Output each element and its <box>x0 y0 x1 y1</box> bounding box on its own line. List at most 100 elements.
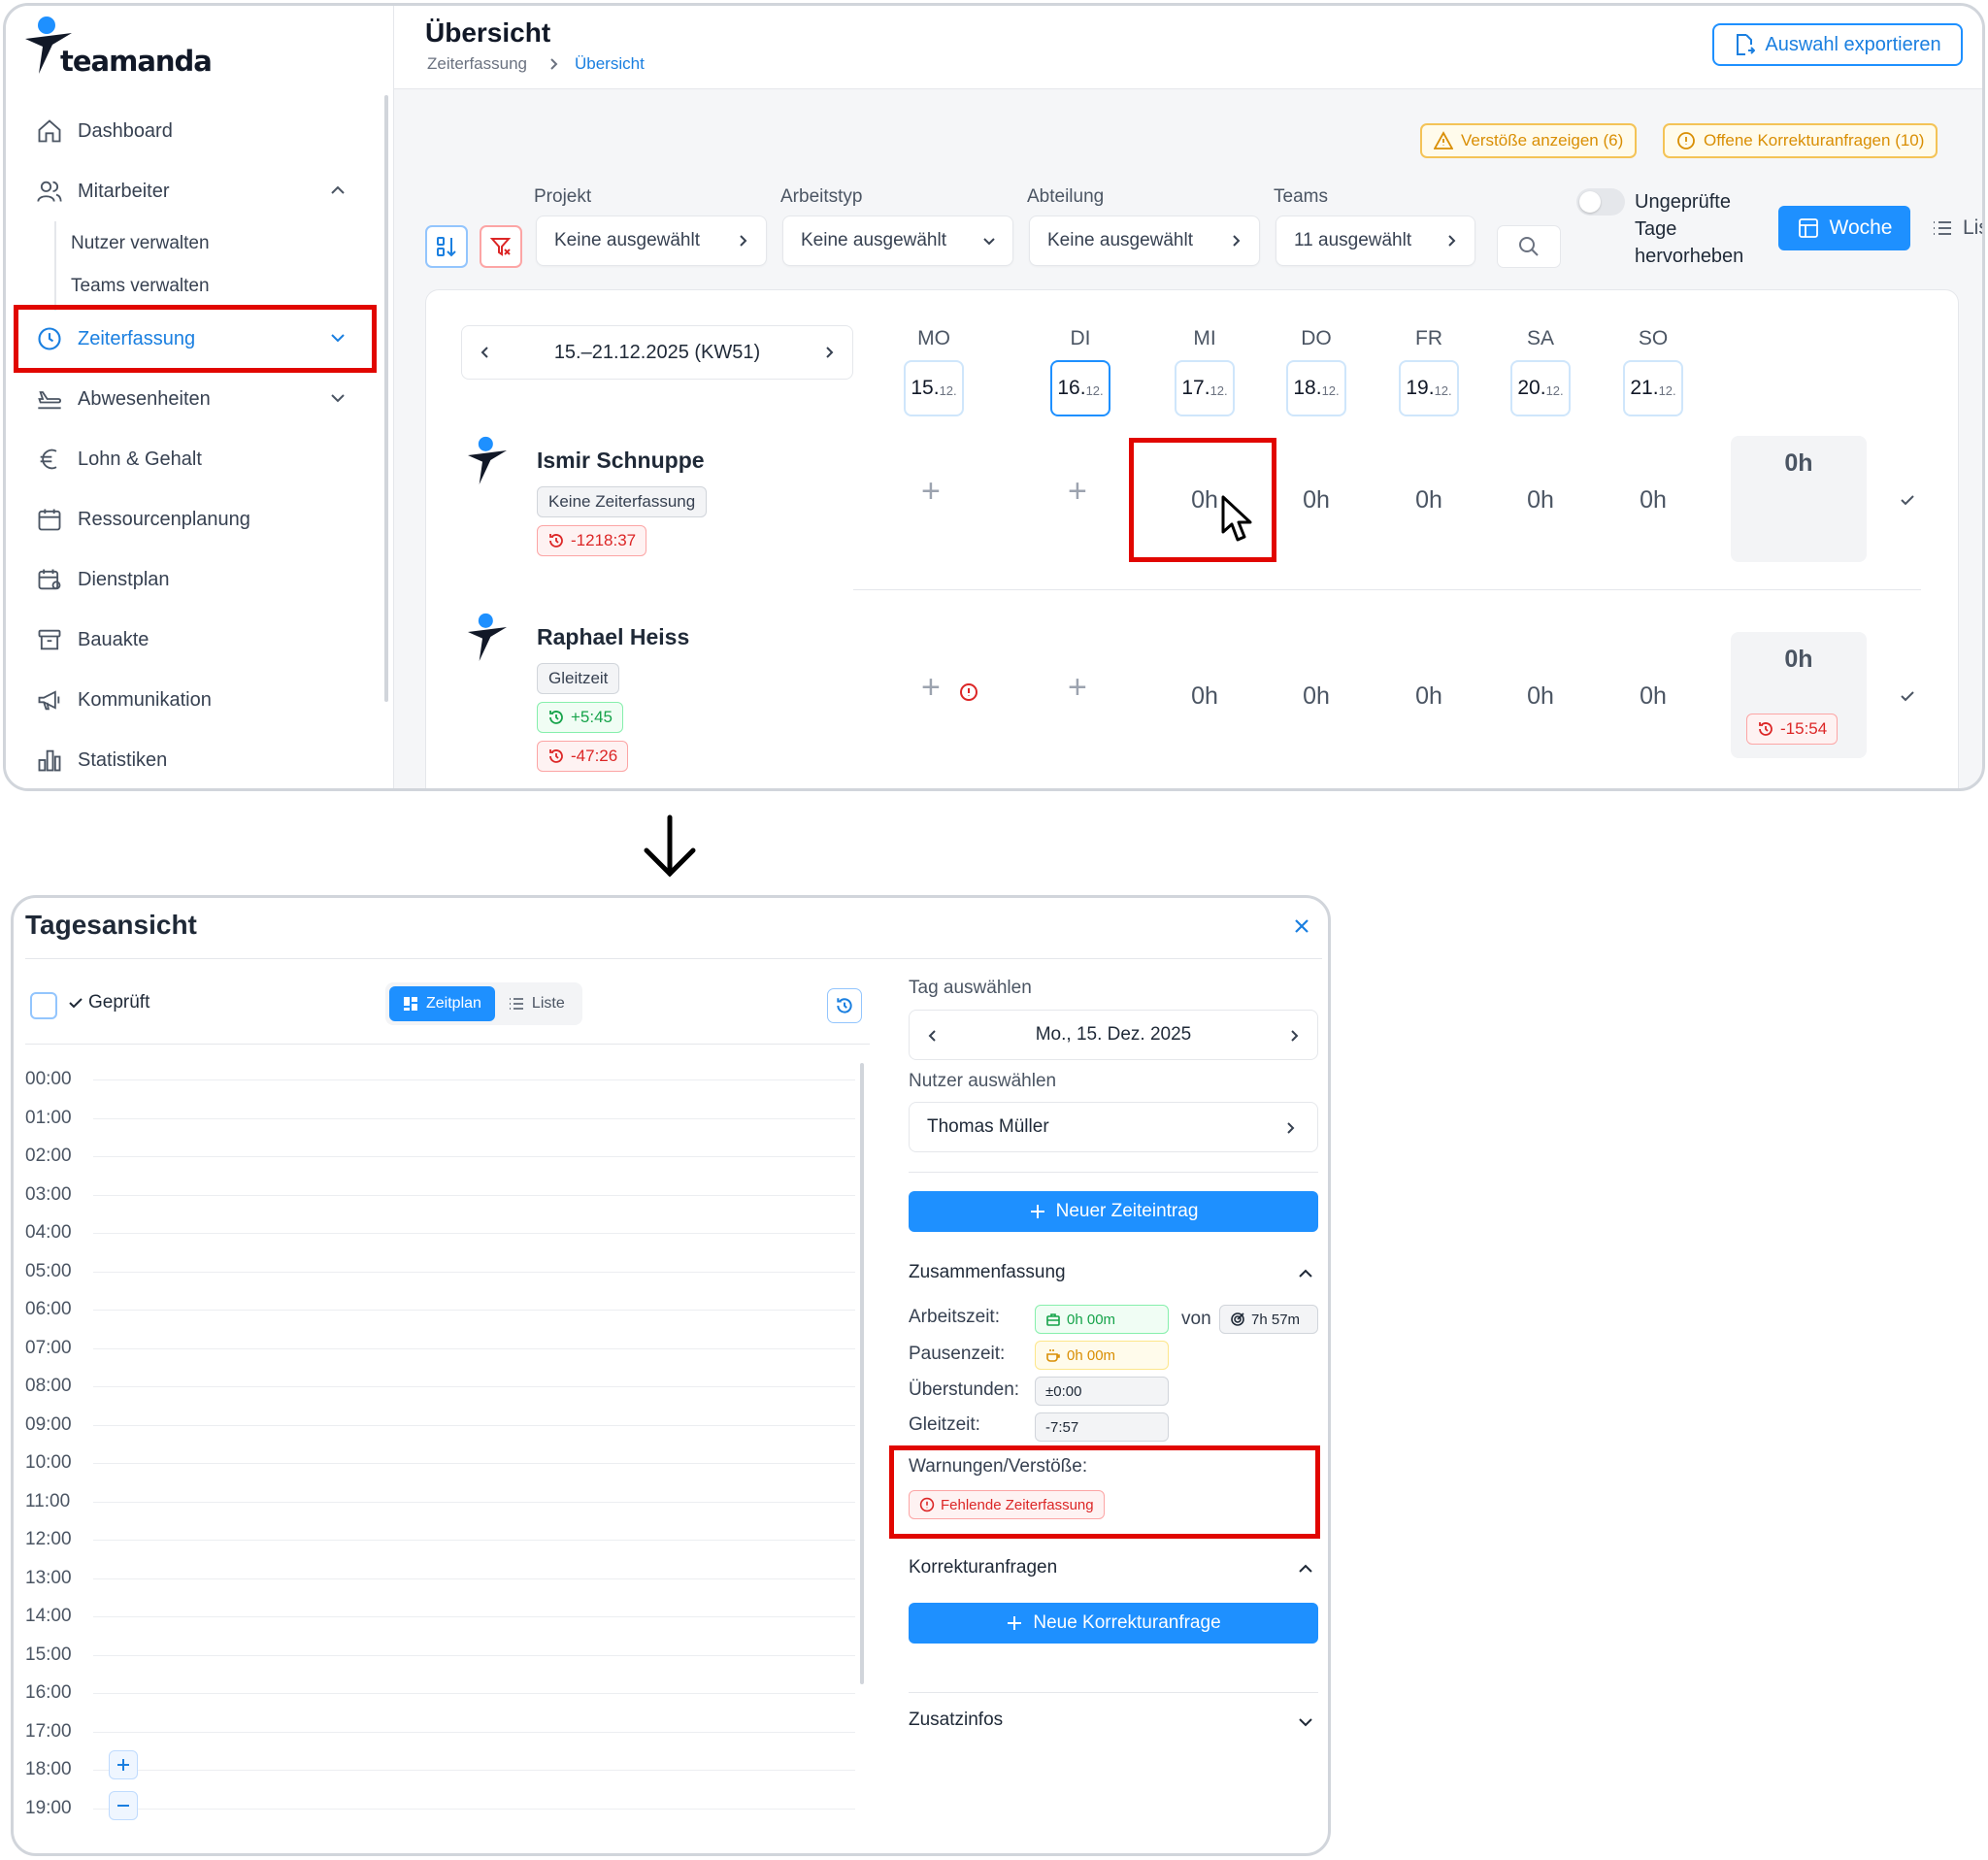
new-correction-button[interactable]: Neue Korrekturanfrage <box>909 1603 1318 1644</box>
teams-select[interactable]: 11 ausgewählt <box>1276 216 1475 266</box>
week-total-value: 0h <box>1784 646 1813 673</box>
hour-gridline <box>93 1732 855 1733</box>
add-entry-di[interactable]: + <box>1068 669 1087 707</box>
sidebar-item-lohn[interactable]: Lohn & Gehalt <box>35 437 365 482</box>
sidebar-scrollbar[interactable] <box>384 95 388 702</box>
arbeitstyp-select[interactable]: Keine ausgewählt <box>782 216 1013 266</box>
day-date: 21. 12. <box>1623 360 1683 416</box>
breadcrumb-uebersicht[interactable]: Übersicht <box>575 54 645 74</box>
day-number: 20. <box>1517 377 1546 399</box>
sidebar-item-mitarbeiter[interactable]: Mitarbeiter <box>35 169 365 214</box>
check-icon[interactable] <box>1898 686 1917 706</box>
employee-name[interactable]: Raphael Heiss <box>537 624 689 650</box>
day-cell-sa[interactable]: 0h <box>1497 486 1584 515</box>
teams-value: 11 ausgewählt <box>1294 230 1412 250</box>
checked-checkbox[interactable] <box>30 992 57 1019</box>
prev-week-button[interactable] <box>478 345 493 360</box>
zoom-in-button[interactable] <box>109 1750 138 1779</box>
sidebar-item-dashboard[interactable]: Dashboard <box>35 109 365 153</box>
day-cell-sa[interactable]: 0h <box>1497 682 1584 711</box>
clear-filter-button[interactable] <box>480 225 522 268</box>
projekt-value: Keine ausgewählt <box>554 230 700 250</box>
day-cell-fr[interactable]: 0h <box>1385 486 1473 515</box>
next-week-button[interactable] <box>821 345 837 360</box>
day-column-mo[interactable]: MO 15. 12. <box>904 327 964 416</box>
chevron-up-icon[interactable] <box>1297 1560 1314 1578</box>
sidebar-item-dienstplan[interactable]: Dienstplan <box>35 557 365 602</box>
hour-gridline <box>93 1693 855 1694</box>
chevron-down-icon[interactable] <box>1297 1713 1314 1731</box>
view-list-button[interactable]: Liste <box>495 986 579 1021</box>
unchecked-days-toggle[interactable] <box>1576 188 1625 216</box>
export-button[interactable]: Auswahl exportieren <box>1712 23 1963 66</box>
day-column-so[interactable]: SO 21. 12. <box>1623 327 1683 416</box>
day-cell-do[interactable]: 0h <box>1273 486 1360 515</box>
history-button[interactable] <box>827 988 862 1023</box>
user-select[interactable]: Thomas Müller <box>909 1102 1318 1152</box>
day-column-sa[interactable]: SA 20. 12. <box>1510 327 1571 416</box>
sidebar-item-statistiken[interactable]: Statistiken <box>35 738 365 782</box>
employee-name[interactable]: Ismir Schnuppe <box>537 448 705 474</box>
panel-divider <box>909 1172 1318 1173</box>
view-week-button[interactable]: Woche <box>1778 206 1910 250</box>
time-label: 00:00 <box>25 1069 72 1089</box>
hour-gridline <box>93 1655 855 1656</box>
sidebar-item-kommunikation[interactable]: Kommunikation <box>35 678 365 722</box>
check-icon[interactable] <box>1898 490 1917 510</box>
sort-button[interactable] <box>425 225 468 268</box>
view-list-button[interactable]: Lis <box>1916 206 1982 250</box>
day-cell-do[interactable]: 0h <box>1273 682 1360 711</box>
balance-value: +5:45 <box>571 708 613 726</box>
breadcrumb-zeiterfassung[interactable]: Zeiterfassung <box>427 54 527 74</box>
day-cell-so[interactable]: 0h <box>1609 682 1697 711</box>
briefcase-icon <box>1046 1313 1060 1326</box>
day-date: 20. 12. <box>1510 360 1571 416</box>
time-label: 10:00 <box>25 1452 72 1473</box>
timeline-scrollbar[interactable] <box>860 1063 864 1684</box>
add-entry-mo[interactable]: + <box>921 473 941 511</box>
check-icon <box>69 998 83 1009</box>
file-export-icon <box>1737 34 1756 55</box>
day-column-di[interactable]: DI 16. 12. <box>1050 327 1110 416</box>
next-day-button[interactable] <box>1286 1028 1302 1044</box>
corrections-button[interactable]: Offene Korrekturanfragen (10) <box>1663 123 1938 158</box>
day-column-fr[interactable]: FR 19. 12. <box>1399 327 1459 416</box>
day-column-do[interactable]: DO 18. 12. <box>1286 327 1346 416</box>
sidebar-item-bauakte[interactable]: Bauakte <box>35 617 365 662</box>
projekt-select[interactable]: Keine ausgewählt <box>536 216 767 266</box>
minus-icon <box>117 1805 129 1807</box>
time-label: 09:00 <box>25 1414 72 1435</box>
brand-name: teamanda <box>60 45 213 78</box>
search-button[interactable] <box>1497 225 1561 268</box>
alert-circle-icon[interactable] <box>959 682 978 702</box>
time-label: 19:00 <box>25 1798 72 1818</box>
pausenzeit-text: 0h 00m <box>1067 1346 1116 1364</box>
day-cell-fr[interactable]: 0h <box>1385 682 1473 711</box>
zoom-out-button[interactable] <box>109 1791 138 1820</box>
sidebar-item-abwesenheiten[interactable]: Abwesenheiten <box>35 377 365 421</box>
day-cell-mi[interactable]: 0h <box>1161 682 1248 711</box>
add-entry-mo[interactable]: + <box>921 669 941 707</box>
chevron-up-icon[interactable] <box>1297 1265 1314 1282</box>
sidebar-subitem-teams[interactable]: Teams verwalten <box>71 276 210 297</box>
corrections-title: Korrekturanfragen <box>909 1557 1058 1578</box>
sidebar-subitem-nutzer[interactable]: Nutzer verwalten <box>71 233 210 254</box>
abteilung-select[interactable]: Keine ausgewählt <box>1029 216 1260 266</box>
day-month: 12. <box>1085 382 1104 398</box>
violations-button[interactable]: Verstöße anzeigen (6) <box>1420 123 1638 158</box>
sidebar-item-ressourcenplanung[interactable]: Ressourcenplanung <box>35 497 365 542</box>
day-column-mi[interactable]: MI 17. 12. <box>1175 327 1235 416</box>
new-time-entry-button[interactable]: Neuer Zeiteintrag <box>909 1191 1318 1232</box>
view-schedule-button[interactable]: Zeitplan <box>389 986 495 1021</box>
select-day-label: Tag auswählen <box>909 978 1032 998</box>
day-cell-so[interactable]: 0h <box>1609 486 1697 515</box>
hour-gridline <box>93 1463 855 1464</box>
add-entry-di[interactable]: + <box>1068 473 1087 511</box>
gleitzeit-value: -7:57 <box>1035 1412 1169 1442</box>
selected-user: Thomas Müller <box>927 1116 1049 1137</box>
calendar-user-icon <box>35 565 64 594</box>
teams-label: Teams <box>1274 186 1328 207</box>
prev-day-button[interactable] <box>925 1028 941 1044</box>
close-icon[interactable] <box>1293 917 1310 935</box>
day-month: 12. <box>1209 382 1228 398</box>
